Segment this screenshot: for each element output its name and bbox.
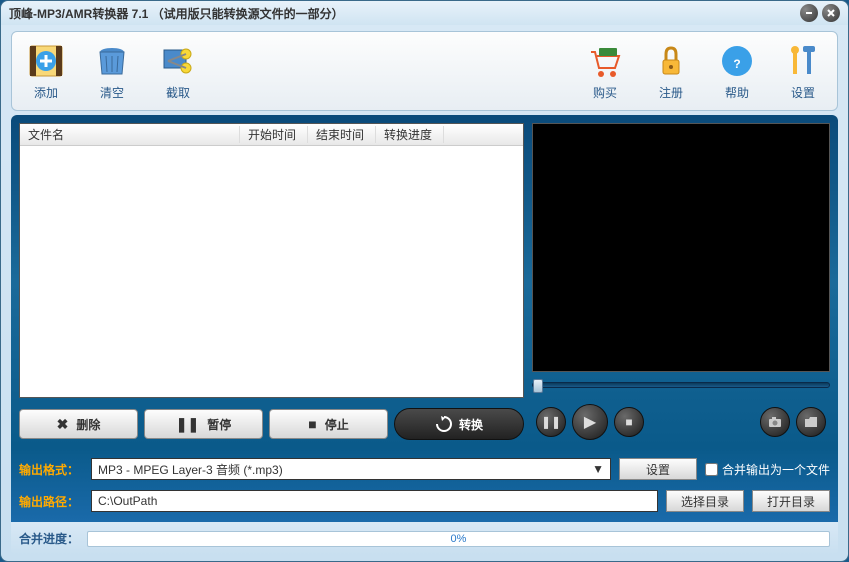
- file-list[interactable]: 文件名 开始时间 结束时间 转换进度: [19, 123, 524, 398]
- help-icon: ?: [717, 42, 757, 80]
- open-dir-button[interactable]: 打开目录: [752, 490, 830, 512]
- folder-icon: [804, 416, 818, 428]
- chevron-down-icon: ▼: [592, 462, 604, 476]
- buy-button[interactable]: 购买: [581, 38, 629, 105]
- delete-button[interactable]: ✖删除: [19, 409, 138, 439]
- add-button[interactable]: 添加: [22, 38, 70, 105]
- stop-icon: ■: [308, 416, 316, 432]
- close-button[interactable]: [822, 4, 840, 22]
- cut-icon: [158, 42, 198, 80]
- preview-pane: [532, 123, 830, 372]
- progress-row: 合并进度： 0%: [11, 522, 838, 555]
- toolbar: 添加 清空 截取 购买: [11, 31, 838, 111]
- player-play-button[interactable]: ▶: [572, 404, 608, 440]
- pause-icon: ❚❚: [176, 416, 199, 433]
- seek-slider[interactable]: [532, 382, 830, 388]
- format-label: 输出格式：: [19, 461, 83, 478]
- clear-icon: [92, 42, 132, 80]
- col-start[interactable]: 开始时间: [240, 126, 308, 143]
- titlebar: 顶峰-MP3/AMR转换器 7.1 （试用版只能转换源文件的一部分）: [1, 1, 848, 25]
- lock-icon: [651, 42, 691, 80]
- file-list-header: 文件名 开始时间 结束时间 转换进度: [20, 124, 523, 146]
- clear-button[interactable]: 清空: [88, 38, 136, 105]
- path-label: 输出路径：: [19, 493, 83, 510]
- output-panel: 输出格式： MP3 - MPEG Layer-3 音频 (*.mp3) ▼ 设置…: [11, 448, 838, 522]
- seek-thumb[interactable]: [533, 379, 543, 393]
- col-filename[interactable]: 文件名: [20, 126, 240, 143]
- player-stop-button[interactable]: ■: [614, 407, 644, 437]
- svg-text:?: ?: [733, 57, 740, 71]
- convert-button[interactable]: 转换: [394, 408, 524, 440]
- merge-checkbox[interactable]: 合并输出为一个文件: [705, 461, 830, 478]
- minimize-button[interactable]: [800, 4, 818, 22]
- cut-button[interactable]: 截取: [154, 38, 202, 105]
- progress-text: 0%: [88, 533, 829, 545]
- refresh-icon: [435, 415, 453, 433]
- add-icon: [26, 42, 66, 80]
- camera-icon: [768, 416, 782, 428]
- col-end[interactable]: 结束时间: [308, 126, 376, 143]
- progress-bar: 0%: [87, 531, 830, 547]
- format-select[interactable]: MP3 - MPEG Layer-3 音频 (*.mp3) ▼: [91, 458, 611, 480]
- stop-button[interactable]: ■停止: [269, 409, 388, 439]
- path-input[interactable]: C:\OutPath: [91, 490, 658, 512]
- merge-checkbox-input[interactable]: [705, 463, 718, 476]
- help-button[interactable]: ? 帮助: [713, 38, 761, 105]
- col-progress[interactable]: 转换进度: [376, 126, 444, 143]
- window-title: 顶峰-MP3/AMR转换器 7.1 （试用版只能转换源文件的一部分）: [9, 5, 800, 22]
- settings-button[interactable]: 设置: [779, 38, 827, 105]
- snapshot-button[interactable]: [760, 407, 790, 437]
- progress-label: 合并进度：: [19, 530, 79, 547]
- x-icon: ✖: [57, 416, 69, 433]
- select-dir-button[interactable]: 选择目录: [666, 490, 744, 512]
- pause-button[interactable]: ❚❚暂停: [144, 409, 263, 439]
- main-window: 顶峰-MP3/AMR转换器 7.1 （试用版只能转换源文件的一部分） 添加: [0, 0, 849, 562]
- open-folder-button[interactable]: [796, 407, 826, 437]
- player-pause-button[interactable]: ❚❚: [536, 407, 566, 437]
- tools-icon: [783, 42, 823, 80]
- output-settings-button[interactable]: 设置: [619, 458, 697, 480]
- cart-icon: [585, 42, 625, 80]
- register-button[interactable]: 注册: [647, 38, 695, 105]
- main-content: 文件名 开始时间 结束时间 转换进度 ✖删除 ❚❚暂停 ■停止 转换: [11, 115, 838, 448]
